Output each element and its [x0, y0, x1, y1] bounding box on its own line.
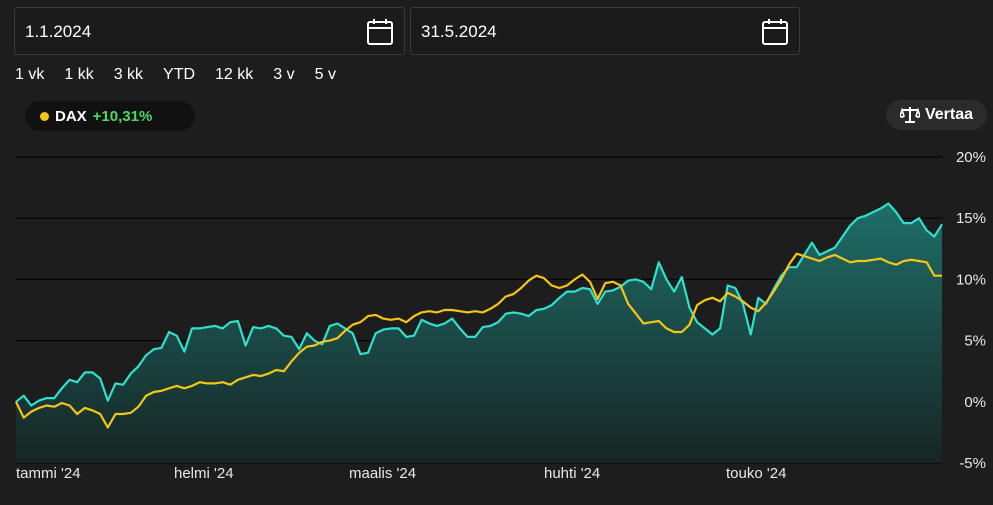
instrument-name: DAX — [55, 107, 87, 125]
series-dot-icon — [40, 111, 49, 121]
compare-label: Vertaa — [924, 106, 974, 123]
end-date-field[interactable]: 31.5.2024 — [410, 7, 800, 55]
x-tick-label: huhti '24 — [544, 465, 600, 482]
x-tick-label: helmi '24 — [174, 465, 234, 482]
range-1-month-button[interactable]: 1 kk — [64, 66, 93, 84]
y-tick-label: 15% — [956, 210, 986, 227]
y-tick-label: 0% — [964, 394, 986, 411]
instrument-change: +10,31% — [92, 107, 153, 125]
x-tick-label: touko '24 — [726, 465, 786, 482]
calendar-icon[interactable] — [366, 18, 394, 46]
range-ytd-button[interactable]: YTD — [163, 66, 195, 84]
range-12-months-button[interactable]: 12 kk — [215, 66, 253, 84]
y-tick-label: 20% — [956, 149, 986, 166]
y-tick-label: 5% — [964, 333, 986, 350]
range-1-week-button[interactable]: 1 vk — [15, 66, 44, 84]
end-date-value: 31.5.2024 — [421, 22, 497, 41]
range-selector: 1 vk 1 kk 3 kk YTD 12 kk 3 v 5 v — [15, 66, 356, 84]
range-3-years-button[interactable]: 3 v — [273, 66, 294, 84]
start-date-field[interactable]: 1.1.2024 — [14, 7, 405, 55]
start-date-value: 1.1.2024 — [25, 22, 92, 41]
scale-icon — [899, 107, 920, 123]
range-5-years-button[interactable]: 5 v — [315, 66, 336, 84]
range-3-months-button[interactable]: 3 kk — [114, 66, 143, 84]
x-tick-label: tammi '24 — [16, 465, 81, 482]
instrument-chip[interactable]: DAX +10,31% — [25, 101, 195, 131]
y-tick-label: 10% — [956, 271, 986, 288]
calendar-icon[interactable] — [761, 18, 789, 46]
y-tick-label: -5% — [959, 455, 986, 472]
x-tick-label: maalis '24 — [349, 465, 416, 482]
performance-chart: 20% 15% 10% 5% 0% -5% tammi '24 helmi '24 maali… — [15, 149, 986, 482]
compare-button[interactable]: Vertaa — [886, 100, 987, 130]
